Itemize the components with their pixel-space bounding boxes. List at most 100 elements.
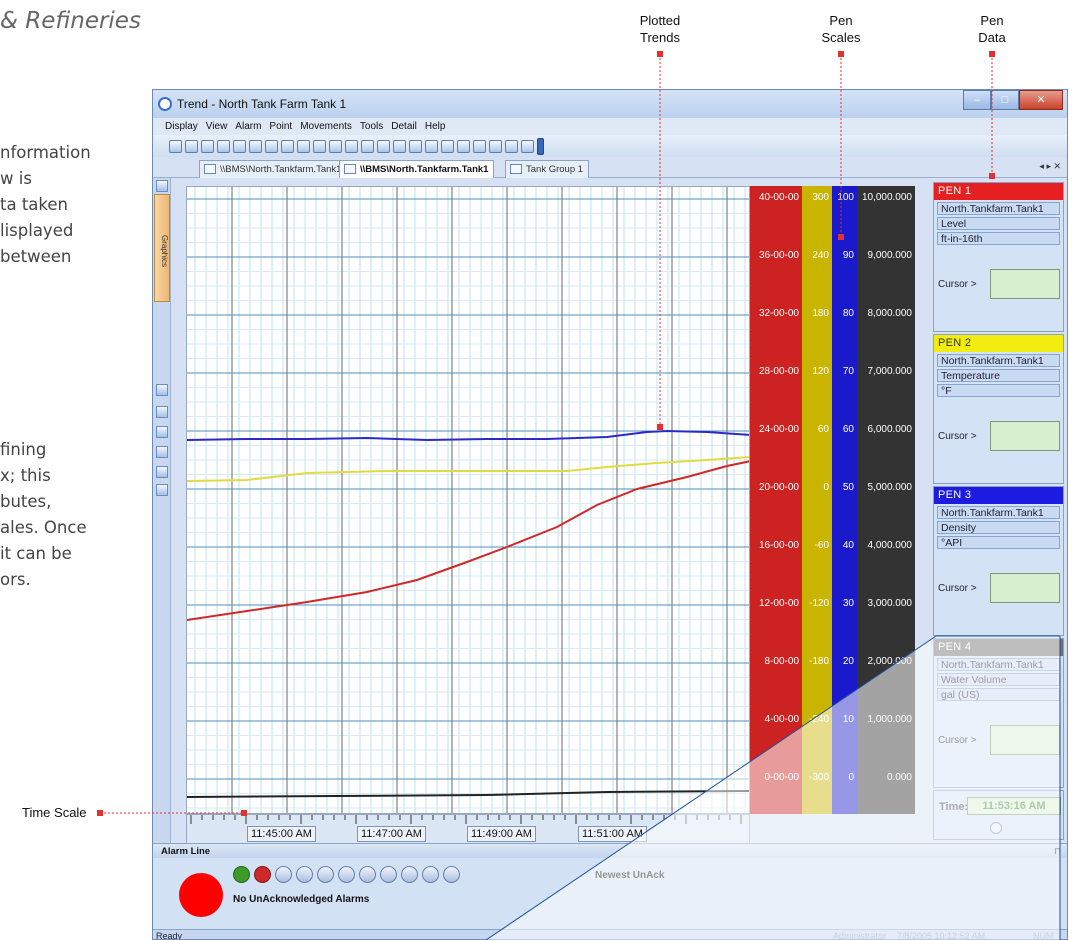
- level-scale-label: 8-00-00: [764, 656, 799, 667]
- toolbar-button[interactable]: [457, 139, 470, 153]
- trend-plot-area[interactable]: [186, 186, 750, 814]
- maximize-button[interactable]: □: [991, 90, 1019, 110]
- time-value-field[interactable]: 11:53:16 AM: [967, 797, 1061, 815]
- volume-scale-label: 3,000.000: [867, 598, 913, 609]
- toolbar-button[interactable]: [201, 139, 214, 153]
- tab-label: \\BMS\North.Tankfarm.Tank1: [360, 164, 489, 175]
- status-num: NUM: [1033, 931, 1054, 940]
- toolbar-button[interactable]: [409, 139, 422, 153]
- toolbar-button[interactable]: [521, 139, 534, 153]
- toolbar-button[interactable]: [505, 139, 518, 153]
- toolbar-button[interactable]: [425, 139, 438, 153]
- clear-alarm-icon[interactable]: [254, 866, 271, 883]
- next-arrow-icon[interactable]: [317, 866, 334, 883]
- sidebar-tool-icon[interactable]: [156, 426, 168, 438]
- sidebar-tool-icon[interactable]: [156, 466, 168, 478]
- tab-navigation[interactable]: ◂ ▸ ✕: [1039, 161, 1061, 172]
- sidebar-tool-icon[interactable]: [156, 446, 168, 458]
- density-scale-label: 80: [842, 308, 854, 319]
- toolbar-button[interactable]: [169, 139, 182, 153]
- close-button[interactable]: ✕: [1019, 90, 1063, 110]
- sidebar-tool-icon[interactable]: [156, 384, 168, 396]
- minimize-button[interactable]: –: [963, 90, 991, 110]
- pen-cursor-label: Cursor >: [938, 735, 977, 746]
- toolbar-button[interactable]: [265, 139, 278, 153]
- menu-tools[interactable]: Tools: [360, 121, 383, 132]
- volume-scale-label: 4,000.000: [867, 540, 913, 551]
- group-icon: [510, 164, 522, 174]
- toolbar-button[interactable]: [313, 139, 326, 153]
- pin-icon[interactable]: [156, 180, 168, 192]
- sidebar-tool-icon[interactable]: [156, 406, 168, 418]
- pen-cursor-value: [990, 269, 1060, 299]
- menu-view[interactable]: View: [206, 121, 228, 132]
- tools-icon[interactable]: [380, 866, 397, 883]
- trend-plot-svg: [187, 187, 749, 813]
- tab-bms-tank1[interactable]: \\BMS\North.Tankfarm.Tank1: [199, 160, 348, 178]
- pin-icon[interactable]: ⊓: [1054, 846, 1061, 857]
- document-icon[interactable]: [359, 866, 376, 883]
- title-bar[interactable]: Trend - North Tank Farm Tank 1 – □ ✕: [153, 90, 1067, 118]
- previous-arrow-icon[interactable]: [296, 866, 313, 883]
- callout-pen-data: Pen Data: [978, 13, 1006, 45]
- toolbar-button[interactable]: [249, 139, 262, 153]
- menu-detail[interactable]: Detail: [391, 121, 417, 132]
- time-scale[interactable]: 11:45:00 AM 11:47:00 AM 11:49:00 AM 11:5…: [186, 814, 750, 844]
- menu-display[interactable]: Display: [165, 121, 198, 132]
- menu-alarm[interactable]: Alarm: [235, 121, 261, 132]
- toolbar-button[interactable]: [329, 139, 342, 153]
- pen-1-card[interactable]: PEN 1 North.Tankfarm.Tank1 Level ft-in-1…: [933, 182, 1064, 332]
- settings-icon[interactable]: [401, 866, 418, 883]
- toolbar-button[interactable]: [297, 139, 310, 153]
- menu-point[interactable]: Point: [269, 121, 292, 132]
- pen-3-card[interactable]: PEN 3 North.Tankfarm.Tank1 Density °API …: [933, 486, 1064, 636]
- document-heading: & Refineries: [0, 8, 141, 34]
- last-arrow-icon[interactable]: [338, 866, 355, 883]
- graphics-sidebar-tab[interactable]: Graphics: [154, 194, 170, 302]
- level-scale-label: 40-00-00: [758, 192, 799, 203]
- level-scale-label: 28-00-00: [758, 366, 799, 377]
- tab-tank-group-1[interactable]: Tank Group 1: [505, 160, 590, 178]
- level-scale-label: 16-00-00: [758, 540, 799, 551]
- toolbar-button[interactable]: [345, 139, 358, 153]
- toolbar-button[interactable]: [281, 139, 294, 153]
- pen-unit: °F: [937, 384, 1060, 397]
- sidebar-tool-icon[interactable]: [156, 484, 168, 496]
- pen-attribute: Density: [937, 521, 1060, 534]
- volume-scale-label: 9,000.000: [867, 250, 913, 261]
- density-scale-column[interactable]: 100 90 80 70 60 50 40 30 20 10 0: [832, 186, 857, 814]
- toolbar-button[interactable]: [441, 139, 454, 153]
- toolbar-button[interactable]: [361, 139, 374, 153]
- toolbar-button[interactable]: [185, 139, 198, 153]
- pen-2-card[interactable]: PEN 2 North.Tankfarm.Tank1 Temperature °…: [933, 334, 1064, 484]
- tab-bms-tank1-active[interactable]: \\BMS\North.Tankfarm.Tank1: [339, 160, 495, 178]
- clock-icon[interactable]: [990, 822, 1002, 834]
- tab-bar: \\BMS\North.Tankfarm.Tank1 \\BMS\North.T…: [153, 157, 1067, 178]
- tab-label: \\BMS\North.Tankfarm.Tank1: [220, 164, 342, 175]
- pen-4-card[interactable]: PEN 4 North.Tankfarm.Tank1 Water Volume …: [933, 638, 1064, 788]
- time-label: 11:45:00 AM: [247, 826, 316, 842]
- message-icon[interactable]: [422, 866, 439, 883]
- toolbar-button[interactable]: [217, 139, 230, 153]
- density-scale-label: 100: [837, 192, 854, 203]
- filter-icon[interactable]: [443, 866, 460, 883]
- toolbar-button[interactable]: [393, 139, 406, 153]
- temperature-scale-column[interactable]: 300 240 180 120 60 0 -60 -120 -180 -240 -300: [802, 186, 832, 814]
- toolbar-button[interactable]: [377, 139, 390, 153]
- callout-time-scale: Time Scale: [22, 805, 87, 820]
- pen-data-panel: PEN 1 North.Tankfarm.Tank1 Level ft-in-1…: [933, 182, 1064, 842]
- menu-movements[interactable]: Movements: [300, 121, 352, 132]
- menu-help[interactable]: Help: [425, 121, 446, 132]
- toolbar-button[interactable]: [473, 139, 486, 153]
- acknowledge-icon[interactable]: [233, 866, 250, 883]
- volume-scale-column[interactable]: 10,000.000 9,000.000 8,000.000 7,000.000 6,0…: [857, 186, 915, 814]
- temperature-scale-label: 240: [812, 250, 829, 261]
- toolbar-button[interactable]: [489, 139, 502, 153]
- pen-unit: °API: [937, 536, 1060, 549]
- first-arrow-icon[interactable]: [275, 866, 292, 883]
- toolbar-overflow-button[interactable]: [537, 137, 544, 155]
- pen-header: PEN 4: [934, 639, 1063, 656]
- level-scale-column[interactable]: 40-00-00 36-00-00 32-00-00 28-00-00 24-00-00…: [750, 186, 802, 814]
- toolbar-button[interactable]: [233, 139, 246, 153]
- level-scale-label: 24-00-00: [758, 424, 799, 435]
